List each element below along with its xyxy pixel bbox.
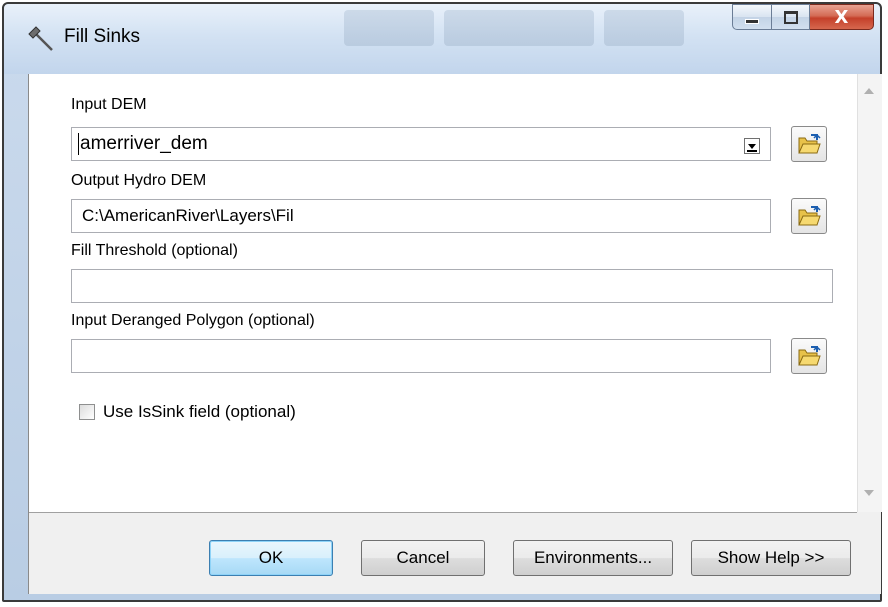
hammer-icon	[28, 26, 53, 51]
background-blur	[604, 10, 684, 46]
open-folder-icon	[798, 345, 821, 366]
background-blur	[444, 10, 594, 46]
input-deranged-polygon-label: Input Deranged Polygon (optional)	[71, 312, 315, 329]
background-blur	[344, 10, 434, 46]
scroll-up-icon[interactable]	[864, 88, 874, 94]
vertical-scrollbar[interactable]	[857, 74, 882, 512]
maximize-icon	[783, 10, 798, 24]
minimize-icon	[745, 18, 759, 24]
scroll-down-icon[interactable]	[864, 490, 874, 496]
close-icon: X	[834, 6, 849, 28]
window-title: Fill Sinks	[64, 26, 141, 47]
input-dem-combobox[interactable]: amerriver_dem	[71, 127, 771, 161]
minimize-button[interactable]	[732, 4, 772, 30]
caption-buttons: X	[732, 4, 874, 30]
use-issink-checkbox[interactable]	[79, 404, 95, 420]
ok-button[interactable]: OK	[209, 540, 333, 576]
cancel-button[interactable]: Cancel	[361, 540, 485, 576]
dialog-window: Fill Sinks X Input DEM amerriver_dem Out…	[2, 2, 882, 602]
open-folder-icon	[798, 133, 821, 154]
input-dem-browse-button[interactable]	[791, 126, 827, 162]
output-hydro-dem-browse-button[interactable]	[791, 198, 827, 234]
parameters-panel: Input DEM amerriver_dem Output Hydro DEM…	[29, 74, 857, 513]
output-hydro-dem-label: Output Hydro DEM	[71, 172, 207, 189]
fill-threshold-label: Fill Threshold (optional)	[71, 242, 238, 259]
open-folder-icon	[798, 205, 821, 226]
dialog-client-area: Input DEM amerriver_dem Output Hydro DEM…	[28, 74, 882, 594]
show-help-button[interactable]: Show Help >>	[691, 540, 851, 576]
chevron-down-icon[interactable]	[744, 138, 760, 154]
maximize-button[interactable]	[772, 4, 810, 30]
output-hydro-dem-field[interactable]: C:\AmericanRiver\Layers\Fil	[71, 199, 771, 233]
fill-threshold-field[interactable]	[71, 269, 833, 303]
input-dem-value: amerriver_dem	[78, 133, 208, 155]
input-deranged-polygon-field[interactable]	[71, 339, 771, 373]
environments-button[interactable]: Environments...	[513, 540, 673, 576]
input-dem-label: Input DEM	[71, 96, 147, 113]
use-issink-label[interactable]: Use IsSink field (optional)	[103, 402, 296, 422]
title-bar[interactable]: Fill Sinks X	[4, 4, 880, 74]
input-deranged-polygon-browse-button[interactable]	[791, 338, 827, 374]
close-button[interactable]: X	[810, 4, 874, 30]
